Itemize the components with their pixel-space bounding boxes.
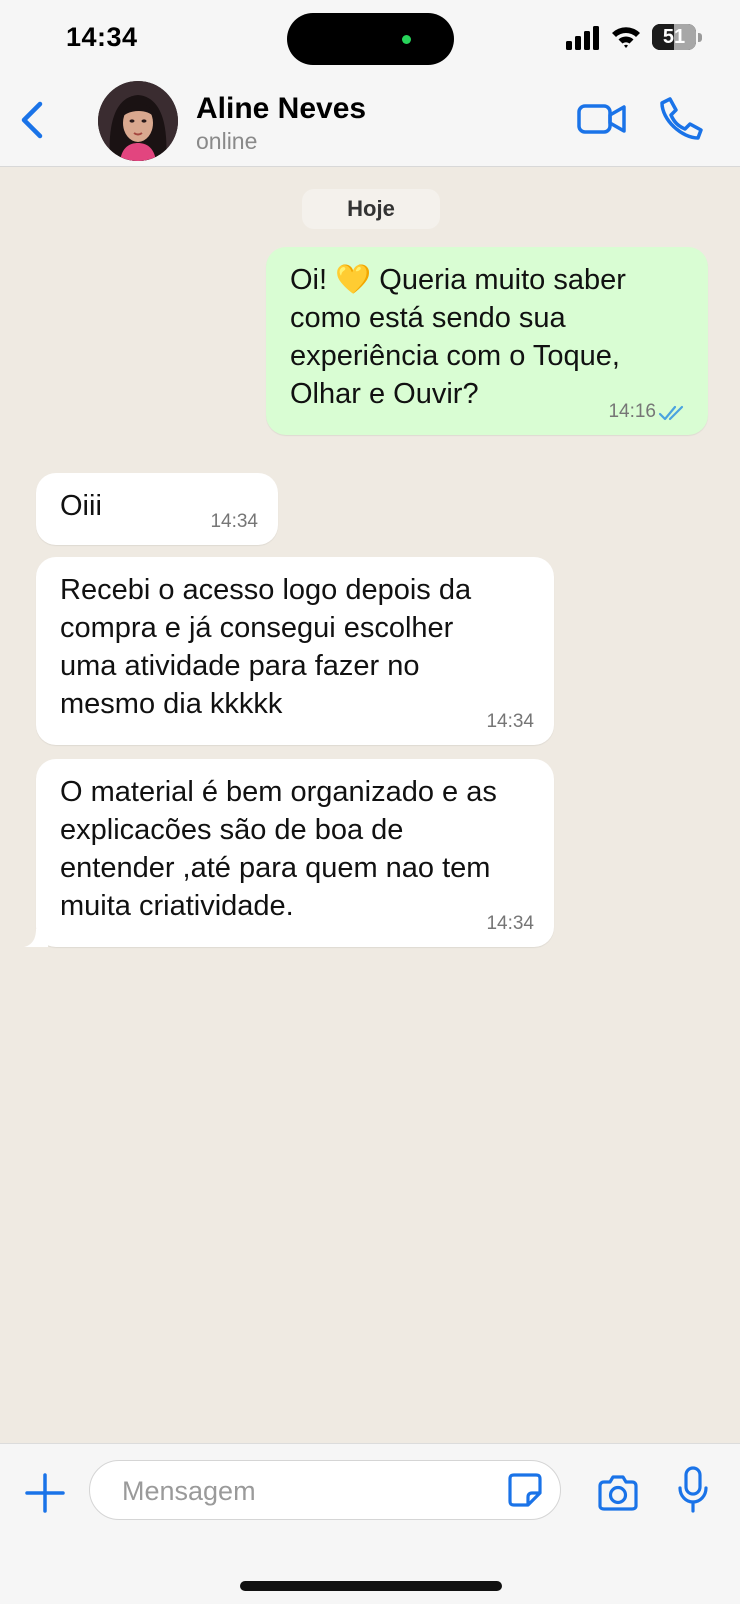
camera-indicator-dot <box>402 35 411 44</box>
microphone-icon[interactable] <box>676 1466 710 1514</box>
message-text-field[interactable] <box>120 1469 484 1513</box>
battery-level: 51 <box>662 26 686 48</box>
bubble-tail <box>24 929 48 947</box>
contact-status: online <box>196 128 258 154</box>
message-text: Oi! 💛 Queria muito saber como está sendo… <box>290 264 626 410</box>
input-bar <box>0 1443 740 1604</box>
dynamic-island <box>287 13 454 65</box>
message-text: Oiii <box>60 490 102 522</box>
message-input[interactable] <box>89 1460 561 1520</box>
date-separator: Hoje <box>302 189 440 229</box>
message-time: 14:34 <box>486 711 534 732</box>
contact-name[interactable]: Aline Neves <box>196 92 366 126</box>
home-indicator[interactable] <box>240 1581 502 1591</box>
double-check-icon <box>658 405 684 421</box>
battery-icon: 51 <box>652 24 702 50</box>
phone-icon[interactable] <box>656 94 704 142</box>
message-bubble-incoming[interactable]: Oiii 14:34 <box>36 473 278 545</box>
message-bubble-outgoing[interactable]: Oi! 💛 Queria muito saber como está sendo… <box>266 247 708 435</box>
status-time: 14:34 <box>66 22 138 52</box>
message-time: 14:16 <box>608 401 656 422</box>
message-bubble-incoming[interactable]: Recebi o acesso logo depois da compra e … <box>36 557 554 745</box>
chevron-left-icon[interactable] <box>14 98 54 142</box>
chat-header: Aline Neves online <box>0 78 740 167</box>
video-camera-icon[interactable] <box>576 98 628 140</box>
message-text: Recebi o acesso logo depois da compra e … <box>60 574 472 720</box>
chat-area[interactable]: Hoje Oi! 💛 Queria muito saber como está … <box>0 167 740 1443</box>
wifi-icon <box>612 27 640 48</box>
plus-icon[interactable] <box>24 1472 66 1514</box>
camera-icon[interactable] <box>596 1474 640 1512</box>
message-time: 14:34 <box>210 511 258 532</box>
avatar[interactable] <box>98 81 178 161</box>
cellular-signal-icon <box>566 26 599 50</box>
status-bar: 14:34 51 <box>0 0 740 78</box>
sticker-icon[interactable] <box>506 1471 544 1509</box>
avatar-image <box>98 81 178 161</box>
message-time: 14:34 <box>486 913 534 934</box>
message-bubble-incoming[interactable]: O material é bem organizado e as explica… <box>24 759 554 947</box>
message-text: O material é bem organizado e as explica… <box>60 776 497 922</box>
battery-cap <box>698 33 702 42</box>
battery-body: 51 <box>652 24 696 50</box>
